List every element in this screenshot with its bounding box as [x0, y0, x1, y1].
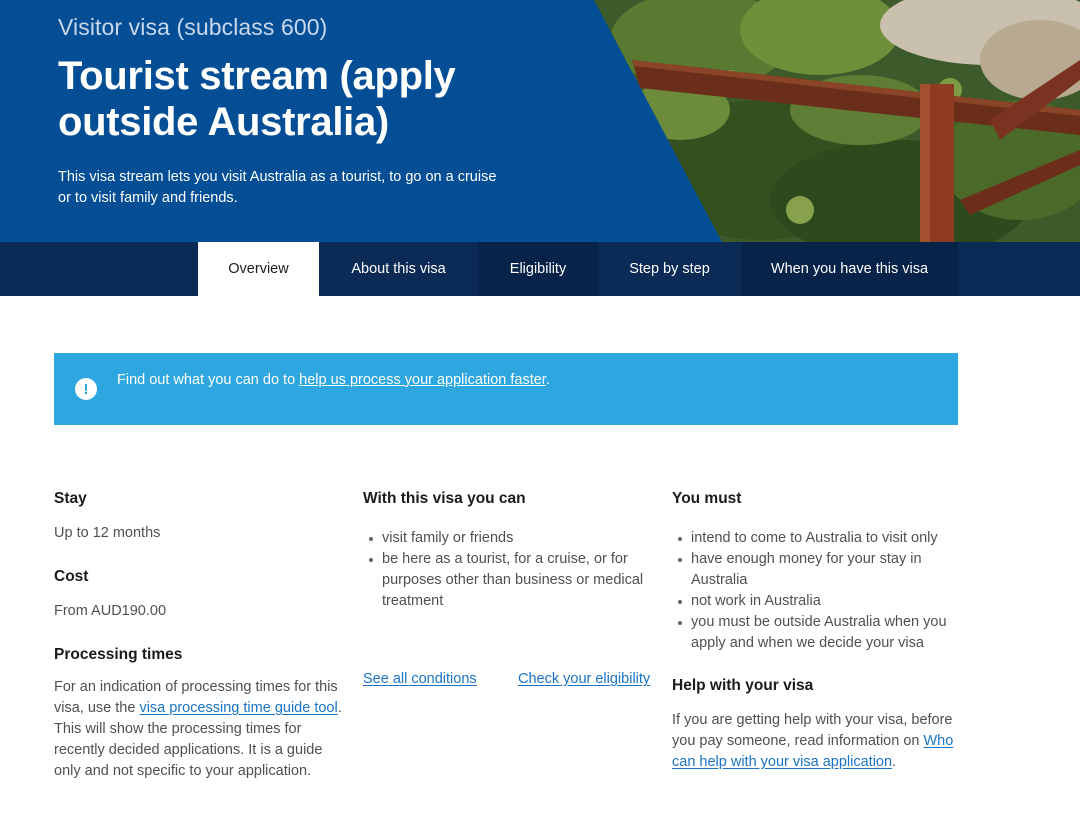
- processing-heading: Processing times: [54, 646, 183, 663]
- can-list: visit family or friends be here as a tou…: [363, 528, 653, 612]
- cost-heading: Cost: [54, 568, 89, 585]
- hero-description: This visa stream lets you visit Australi…: [58, 169, 497, 206]
- can-heading: With this visa you can: [363, 490, 526, 507]
- hero-subtitle: Visitor visa (subclass 600): [58, 14, 328, 40]
- help-heading: Help with your visa: [672, 677, 814, 694]
- exclamation-icon: !: [75, 378, 97, 400]
- processing-text: For an indication of processing times fo…: [54, 677, 344, 782]
- see-all-conditions-link[interactable]: See all conditions: [363, 669, 477, 690]
- alert-text: Find out what you can do to help us proc…: [117, 370, 550, 390]
- info-alert: ! Find out what you can do to help us pr…: [54, 353, 958, 425]
- cost-value: From AUD190.00: [54, 603, 167, 619]
- help-text-after: .: [892, 754, 897, 770]
- help-text: If you are getting help with your visa, …: [672, 710, 957, 773]
- must-list: intend to come to Australia to visit onl…: [672, 528, 957, 654]
- column-you-must: You must intend to come to Australia to …: [672, 490, 957, 773]
- processing-time-tool-link[interactable]: visa processing time guide tool: [139, 700, 337, 716]
- page-title: Tourist stream (apply outside Australia): [58, 54, 456, 144]
- tab-bar: Overview About this visa Eligibility Ste…: [0, 242, 1080, 296]
- column-visa-can: With this visa you can visit family or f…: [363, 490, 653, 691]
- check-eligibility-link[interactable]: Check your eligibility: [518, 669, 650, 690]
- list-item: not work in Australia: [672, 591, 957, 612]
- alert-text-after: .: [545, 372, 550, 388]
- list-item: intend to come to Australia to visit onl…: [672, 528, 957, 549]
- stay-heading: Stay: [54, 490, 87, 507]
- process-faster-link[interactable]: help us process your application faster: [299, 372, 546, 388]
- tab-about-this-visa[interactable]: About this visa: [319, 242, 478, 296]
- can-links: See all conditions Check your eligibilit…: [363, 669, 653, 691]
- stay-value: Up to 12 months: [54, 525, 161, 541]
- list-item: be here as a tourist, for a cruise, or f…: [363, 549, 653, 612]
- tab-step-by-step[interactable]: Step by step: [598, 242, 741, 296]
- list-item: visit family or friends: [363, 528, 653, 549]
- list-item: have enough money for your stay in Austr…: [672, 549, 957, 591]
- column-stay-cost: Stay Up to 12 months Cost From AUD190.00…: [54, 490, 344, 782]
- help-text-before: If you are getting help with your visa, …: [672, 712, 953, 749]
- tab-overview[interactable]: Overview: [198, 242, 319, 296]
- hero-text: Visitor visa (subclass 600) Tourist stre…: [58, 14, 528, 209]
- hero-banner: Visitor visa (subclass 600) Tourist stre…: [0, 0, 1080, 242]
- alert-text-before: Find out what you can do to: [117, 372, 300, 388]
- must-heading: You must: [672, 490, 742, 507]
- tab-eligibility[interactable]: Eligibility: [478, 242, 598, 296]
- list-item: you must be outside Australia when you a…: [672, 612, 957, 654]
- tab-when-you-have-this-visa[interactable]: When you have this visa: [741, 242, 958, 296]
